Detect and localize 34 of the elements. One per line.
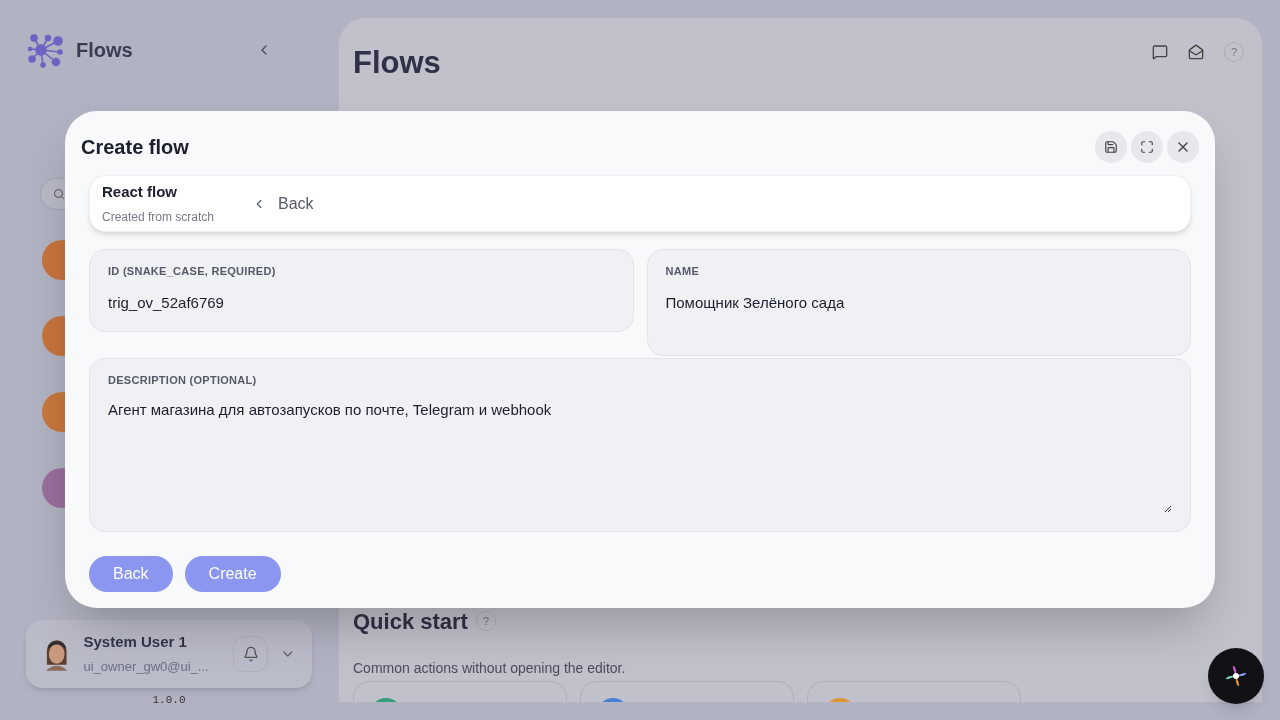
- mail-icon[interactable]: [1188, 44, 1204, 60]
- section-subtitle: Common actions without opening the editor.: [353, 658, 626, 678]
- back-link[interactable]: Back: [252, 191, 314, 216]
- field-label: ID (SNAKE_CASE, REQUIRED): [108, 264, 277, 279]
- field-value: trig_ov_52af6769: [108, 292, 225, 313]
- search-icon: [53, 188, 65, 200]
- user-email: ui_owner_gw0@ui_...: [83, 658, 210, 676]
- network-logo-icon: [28, 32, 64, 68]
- text-field[interactable]: NAME Помощник Зелёного сада: [646, 249, 1191, 356]
- brand-name: Flows: [76, 38, 133, 63]
- template-subtitle: Created from scratch: [102, 208, 216, 226]
- section-title: Quick start: [353, 607, 468, 636]
- dialog-title: Create flow: [81, 135, 189, 160]
- field-label: DESCRIPTION (OPTIONAL): [108, 373, 258, 388]
- description-field[interactable]: DESCRIPTION (OPTIONAL) Агент магазина для автозапусков по почте, Telegram и webhook: [89, 358, 1191, 532]
- save-button[interactable]: [1095, 131, 1127, 163]
- save-icon: [1104, 140, 1118, 154]
- sparkle-icon: [1223, 663, 1249, 689]
- resize-handle-icon[interactable]: [1164, 505, 1172, 513]
- template-name: React flow: [102, 182, 178, 203]
- field-value: Агент магазина для автозапусков по почте, Telegram и webhook: [108, 399, 553, 420]
- close-button[interactable]: [1167, 131, 1199, 163]
- text-field[interactable]: ID (SNAKE_CASE, REQUIRED) trig_ov_52af6769: [89, 249, 634, 332]
- field-value: Помощник Зелёного сада: [665, 292, 846, 313]
- field-label: NAME: [665, 264, 700, 279]
- page-title: Flows: [353, 44, 441, 82]
- chat-icon[interactable]: [1152, 44, 1168, 60]
- fullscreen-icon: [1140, 140, 1154, 154]
- bell-icon: [242, 645, 259, 662]
- fullscreen-button[interactable]: [1131, 131, 1163, 163]
- user-name: System User 1: [83, 631, 188, 652]
- version-label: 1.0.0: [152, 692, 186, 708]
- notification-button[interactable]: [232, 635, 269, 672]
- user-card[interactable]: System User 1 ui_owner_gw0@ui_...: [26, 619, 312, 688]
